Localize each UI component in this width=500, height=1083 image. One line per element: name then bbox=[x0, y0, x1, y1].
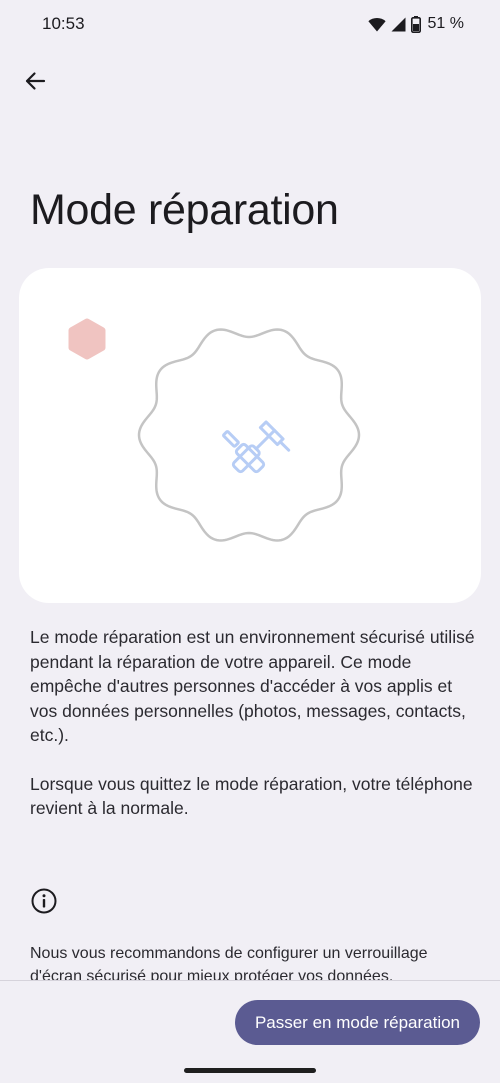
bottom-action-bar: Passer en mode réparation bbox=[0, 980, 500, 1083]
wifi-icon bbox=[367, 17, 386, 32]
arrow-back-icon bbox=[24, 70, 46, 97]
battery-level: 51 % bbox=[427, 15, 464, 32]
description-paragraph-1: Le mode réparation est un environnement … bbox=[30, 627, 475, 745]
description-paragraph-2: Lorsque vous quittez le mode réparation,… bbox=[30, 773, 473, 819]
screen: 10:53 51 % Mode réparation Le mode répar… bbox=[0, 0, 500, 1083]
battery-icon bbox=[410, 15, 421, 33]
description: Le mode réparation est un environnement … bbox=[30, 625, 480, 821]
hexagon-shape bbox=[68, 318, 106, 360]
scalloped-circle-outline bbox=[137, 328, 361, 542]
status-time: 10:53 bbox=[42, 14, 85, 33]
enter-repair-mode-button[interactable]: Passer en mode réparation bbox=[234, 1000, 480, 1045]
info-icon bbox=[30, 887, 58, 915]
repair-tools-icon bbox=[222, 420, 291, 474]
status-icons: 51 % bbox=[367, 13, 464, 35]
cell-signal-icon bbox=[391, 17, 406, 32]
gesture-nav-handle[interactable] bbox=[184, 1068, 316, 1073]
page-title: Mode réparation bbox=[30, 186, 339, 234]
back-button[interactable] bbox=[14, 62, 56, 104]
illustration-card bbox=[19, 268, 481, 603]
status-bar: 10:53 51 % bbox=[0, 0, 500, 50]
